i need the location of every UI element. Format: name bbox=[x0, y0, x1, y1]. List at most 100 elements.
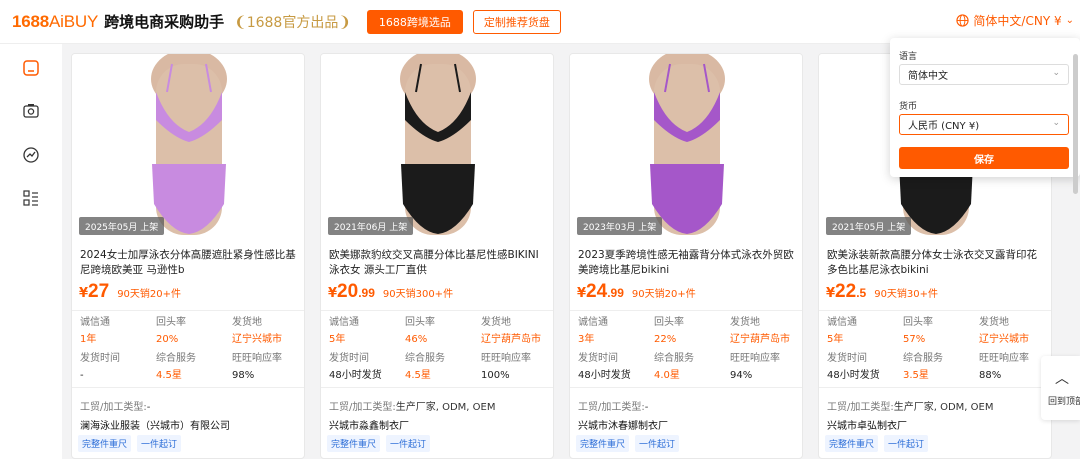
back-to-top-button[interactable]: ︿ 回到顶部 bbox=[1041, 356, 1080, 420]
cxt-label: 诚信通 bbox=[329, 317, 359, 328]
currency-select[interactable]: 人民币 (CNY ¥) ⌄ bbox=[899, 114, 1069, 135]
ship-time-value: 48小时发货 bbox=[827, 370, 880, 381]
home-icon[interactable] bbox=[20, 57, 42, 79]
product-tag[interactable]: 完整件重尺 bbox=[825, 435, 879, 452]
app-logo[interactable]: 1688AiBUY bbox=[12, 12, 98, 32]
company-name[interactable]: 澜海泳业服装（兴城市）有限公司 bbox=[80, 417, 230, 432]
tag-list: 完整件重尺 一件起订 bbox=[327, 435, 431, 452]
tag-list: 完整件重尺 一件起订 bbox=[825, 435, 929, 452]
cxt-label: 诚信通 bbox=[827, 317, 857, 328]
product-tag[interactable]: 一件起订 bbox=[635, 435, 680, 452]
supplier-stats-row-1: 诚信通 回头率 发货地 3年 22% 辽宁葫芦岛市 bbox=[578, 316, 802, 347]
origin-value: 辽宁葫芦岛市 bbox=[481, 334, 541, 345]
product-card[interactable]: 2021年06月 上架 欧美娜款豹纹交叉高腰分体比基尼性感BIKINI泳衣女 源… bbox=[320, 53, 554, 459]
repurchase-label: 回头率 bbox=[654, 317, 684, 328]
tag-list: 完整件重尺 一件起订 bbox=[78, 435, 182, 452]
repurchase-label: 回头率 bbox=[405, 317, 435, 328]
product-image[interactable] bbox=[321, 54, 553, 235]
chevron-down-icon: ⌄ bbox=[1065, 15, 1074, 26]
product-tag[interactable]: 一件起订 bbox=[884, 435, 929, 452]
product-tag[interactable]: 完整件重尺 bbox=[327, 435, 381, 452]
ship-time-label: 发货时间 bbox=[80, 353, 120, 364]
company-name[interactable]: 兴城市沐春娜制衣厂 bbox=[578, 417, 668, 432]
image-search-icon[interactable] bbox=[20, 100, 42, 122]
service-label: 综合服务 bbox=[156, 353, 196, 364]
ship-time-label: 发货时间 bbox=[578, 353, 618, 364]
product-price: ¥24.99 90天销20+件 bbox=[577, 281, 696, 302]
list-icon[interactable] bbox=[20, 187, 42, 209]
save-button[interactable]: 保存 bbox=[899, 147, 1069, 169]
product-tag[interactable]: 一件起订 bbox=[137, 435, 182, 452]
factory-type-value: - bbox=[146, 402, 151, 413]
factory-type-label: 工贸/加工类型: bbox=[80, 402, 147, 413]
factory-type-value: 生产厂家, ODM, OEM bbox=[395, 402, 496, 413]
product-card[interactable]: 2023年03月 上架 2023夏季跨境性感无袖露背分体式泳衣外贸欧美跨境比基尼… bbox=[569, 53, 803, 459]
factory-type-value: 生产厂家, ODM, OEM bbox=[893, 402, 994, 413]
ww-rate-label: 旺旺响应率 bbox=[481, 353, 531, 364]
scrollbar-thumb[interactable] bbox=[1073, 54, 1078, 194]
product-title[interactable]: 2023夏季跨境性感无袖露背分体式泳衣外贸欧美跨境比基尼bikini bbox=[578, 248, 798, 278]
product-title[interactable]: 2024女士加厚泳衣分体高腰遮肚紧身性感比基尼跨境欧美亚 马逊性b bbox=[80, 248, 300, 278]
supplier-stats-row-1: 诚信通 回头率 发货地 5年 57% 辽宁兴城市 bbox=[827, 316, 1051, 347]
divider bbox=[819, 310, 1051, 311]
service-value: 4.0星 bbox=[654, 370, 680, 381]
company-name[interactable]: 兴城市淼鑫制衣厂 bbox=[329, 417, 409, 432]
listing-date-tag: 2021年06月 上架 bbox=[328, 217, 414, 235]
product-image[interactable] bbox=[570, 54, 802, 235]
cxt-value: 5年 bbox=[329, 334, 346, 345]
ww-rate-label: 旺旺响应率 bbox=[232, 353, 282, 364]
left-sidebar bbox=[0, 44, 62, 459]
language-currency-selector[interactable]: 简体中文/CNY ¥ ⌄ bbox=[956, 12, 1074, 29]
listing-date-tag: 2023年03月 上架 bbox=[577, 217, 663, 235]
ww-rate-value: 100% bbox=[481, 370, 510, 381]
repurchase-value: 22% bbox=[654, 334, 677, 345]
language-currency-dropdown: 语言 简体中文 ⌄ 货币 人民币 (CNY ¥) ⌄ 保存 bbox=[890, 38, 1080, 177]
tag-list: 完整件重尺 一件起订 bbox=[576, 435, 680, 452]
product-tag[interactable]: 完整件重尺 bbox=[78, 435, 132, 452]
repurchase-value: 46% bbox=[405, 334, 428, 345]
supplier-stats-row-2: 发货时间 综合服务 旺旺响应率 48小时发货 3.5星 88% bbox=[827, 352, 1051, 383]
cross-border-selection-button[interactable]: 1688跨境选品 bbox=[366, 9, 463, 34]
trend-icon[interactable] bbox=[20, 144, 42, 166]
factory-type: 工贸/加工类型:- bbox=[80, 398, 150, 413]
supplier-stats-row-2: 发货时间 综合服务 旺旺响应率 - 4.5星 98% bbox=[80, 352, 304, 383]
cxt-label: 诚信通 bbox=[80, 317, 110, 328]
chevron-down-icon: ⌄ bbox=[1052, 68, 1060, 78]
ww-rate-value: 94% bbox=[730, 370, 753, 381]
origin-label: 发货地 bbox=[730, 317, 760, 328]
listing-date-tag: 2025年05月 上架 bbox=[79, 217, 165, 235]
origin-value: 辽宁兴城市 bbox=[232, 334, 282, 345]
custom-recommendation-button[interactable]: 定制推荐货盘 bbox=[472, 9, 561, 34]
factory-type: 工贸/加工类型:生产厂家, ODM, OEM bbox=[329, 398, 495, 413]
origin-label: 发货地 bbox=[979, 317, 1009, 328]
repurchase-value: 20% bbox=[156, 334, 179, 345]
language-select[interactable]: 简体中文 ⌄ bbox=[899, 64, 1069, 85]
ship-time-label: 发货时间 bbox=[329, 353, 369, 364]
product-tag[interactable]: 完整件重尺 bbox=[576, 435, 630, 452]
ww-rate-label: 旺旺响应率 bbox=[730, 353, 780, 364]
factory-type-value: - bbox=[644, 402, 649, 413]
language-label: 语言 bbox=[899, 52, 918, 62]
factory-type: 工贸/加工类型:生产厂家, ODM, OEM bbox=[827, 398, 993, 413]
arrow-up-icon: ︿ bbox=[1055, 371, 1069, 387]
factory-type-label: 工贸/加工类型: bbox=[827, 402, 894, 413]
service-value: 4.5星 bbox=[156, 370, 182, 381]
listing-date-tag: 2021年05月 上架 bbox=[826, 217, 912, 235]
laurel-right-icon: ❩ bbox=[338, 12, 351, 31]
ship-time-value: 48小时发货 bbox=[329, 370, 382, 381]
product-tag[interactable]: 一件起订 bbox=[386, 435, 431, 452]
product-card[interactable]: 2025年05月 上架 2024女士加厚泳衣分体高腰遮肚紧身性感比基尼跨境欧美亚… bbox=[71, 53, 305, 459]
product-title[interactable]: 欧美泳装新款高腰分体女士泳衣交叉露背印花多色比基尼泳衣bikini bbox=[827, 248, 1047, 278]
company-name[interactable]: 兴城市卓弘制衣厂 bbox=[827, 417, 907, 432]
cxt-value: 1年 bbox=[80, 334, 97, 345]
factory-type: 工贸/加工类型:- bbox=[578, 398, 648, 413]
cxt-value: 5年 bbox=[827, 334, 844, 345]
divider bbox=[72, 310, 304, 311]
product-price: ¥20.99 90天销300+件 bbox=[328, 281, 454, 302]
repurchase-label: 回头率 bbox=[156, 317, 186, 328]
service-label: 综合服务 bbox=[405, 353, 445, 364]
product-title[interactable]: 欧美娜款豹纹交叉高腰分体比基尼性感BIKINI泳衣女 源头工厂直供 bbox=[329, 248, 549, 278]
product-image[interactable] bbox=[72, 54, 304, 235]
supplier-stats-row-1: 诚信通 回头率 发货地 1年 20% 辽宁兴城市 bbox=[80, 316, 304, 347]
service-label: 综合服务 bbox=[654, 353, 694, 364]
